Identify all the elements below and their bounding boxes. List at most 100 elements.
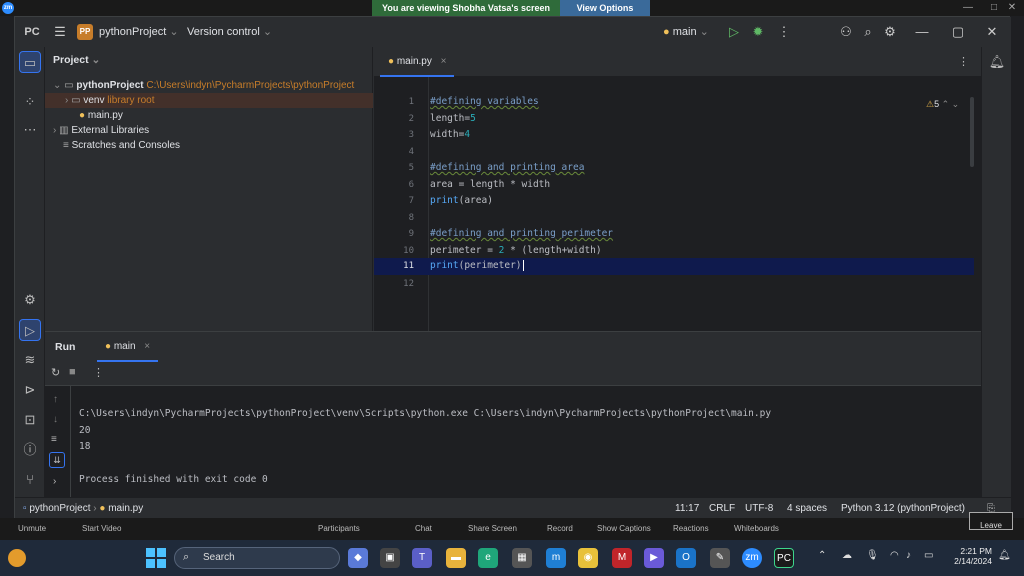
run-more-icon[interactable]: ⋮ [93, 366, 104, 379]
mcafee-app-icon[interactable]: m [546, 548, 566, 568]
tree-root[interactable]: ⌄ ▭ pythonProject C:\Users\indyn\Pycharm… [53, 78, 371, 93]
reactions-button[interactable]: Reactions [673, 524, 709, 533]
battery-icon[interactable]: ▭ [924, 550, 933, 561]
mcafee-icon[interactable]: M [612, 548, 632, 568]
zoom-minimize-icon[interactable]: — [956, 0, 980, 16]
run-tool-icon[interactable]: ▷ [19, 319, 41, 341]
python-interpreter[interactable]: Python 3.12 (pythonProject) [841, 498, 965, 520]
warnings-indicator[interactable]: ⚠5 ⌃ ⌄ [926, 99, 959, 110]
add-user-icon[interactable]: ⚇ [835, 17, 857, 47]
zoom-close-icon[interactable]: ✕ [1000, 0, 1024, 16]
minimize-icon[interactable]: — [911, 17, 933, 47]
project-switcher[interactable]: pythonProject ⌄ [99, 17, 179, 47]
down-arrow-icon[interactable]: ↓ [53, 414, 58, 425]
terminal-icon[interactable]: ⊡ [19, 409, 41, 431]
line-separator[interactable]: CRLF [709, 498, 735, 520]
taskbar-search[interactable]: ⌕ Search [174, 547, 340, 569]
chat-button[interactable]: Chat [415, 524, 432, 533]
breadcrumb[interactable]: ▫ pythonProject › ● main.py [23, 498, 143, 520]
maximize-icon[interactable]: ▢ [947, 17, 969, 47]
main-menu-icon[interactable]: ☰ [49, 17, 71, 47]
file-encoding[interactable]: UTF-8 [745, 498, 773, 520]
pycharm-app-icon[interactable]: PC [774, 548, 794, 568]
more-tools-icon[interactable]: ⋯ [19, 119, 41, 141]
show-captions-button[interactable]: Show Captions [597, 524, 651, 533]
run-icon[interactable]: ▷ [723, 17, 745, 47]
run-tab-main[interactable]: ● main × [97, 332, 159, 362]
start-windows-icon[interactable] [146, 548, 166, 568]
code-line-3[interactable]: width=4 [430, 127, 470, 144]
git-icon[interactable]: ⑂ [19, 469, 41, 491]
expand-icon[interactable]: › [53, 476, 56, 487]
start-video-button[interactable]: Start Video [82, 524, 121, 533]
tree-item-main-py[interactable]: ● main.py [79, 108, 123, 123]
show-hidden-icons[interactable]: ⌃ [818, 550, 826, 561]
stop-icon[interactable]: ■ [69, 366, 76, 378]
scroll-to-end-icon[interactable]: ⇊ [49, 452, 65, 468]
project-folder-icon[interactable]: ▭ [19, 51, 41, 73]
code-line-6[interactable]: area = length * width [430, 177, 550, 194]
whiteboards-button[interactable]: Whiteboards [734, 524, 779, 533]
python-packages-icon[interactable]: ⚙ [19, 289, 41, 311]
close-icon[interactable]: ✕ [981, 17, 1003, 47]
onedrive-icon[interactable]: ☁ [842, 550, 852, 561]
leave-button[interactable]: Leave [969, 512, 1013, 530]
close-tab-icon[interactable]: × [441, 56, 447, 67]
clock[interactable]: 2:21 PM 2/14/2024 [950, 546, 992, 566]
notifications-bell-icon[interactable]: 🔔︎ [986, 51, 1008, 73]
caret-position[interactable]: 11:17 [675, 498, 699, 520]
view-options-button[interactable]: View Options [560, 0, 650, 16]
share-screen-button[interactable]: Share Screen [468, 524, 517, 533]
tree-item-venv[interactable]: › ▭ venv library root [45, 93, 373, 108]
indent-setting[interactable]: 4 spaces [787, 498, 827, 520]
layers-icon[interactable]: ≋ [19, 349, 41, 371]
editor-scrollbar[interactable] [970, 97, 974, 167]
folder-icon: ▭ [64, 80, 74, 91]
code-line-11[interactable]: print(perimeter) [430, 258, 524, 275]
settings-gear-icon[interactable]: ⚙ [879, 17, 901, 47]
record-button[interactable]: Record [547, 524, 573, 533]
chrome-icon[interactable]: ◉ [578, 548, 598, 568]
volume-icon[interactable]: ♪ [906, 550, 911, 561]
teams-icon[interactable]: T [412, 548, 432, 568]
structure-icon[interactable]: ⁘ [19, 91, 41, 113]
code-line-7[interactable]: print(area) [430, 193, 493, 210]
participants-button[interactable]: Participants [318, 524, 360, 533]
file-explorer-icon[interactable]: ▬ [446, 548, 466, 568]
code-line-1[interactable]: #defining variables [430, 94, 539, 111]
problems-icon[interactable]: ⓘ [19, 439, 41, 461]
wifi-icon[interactable]: ◠ [890, 550, 899, 561]
debug-icon[interactable]: ✹ [747, 17, 769, 47]
more-actions-icon[interactable]: ⋮ [773, 17, 795, 47]
run-config-selector[interactable]: ● main ⌄ [663, 17, 709, 47]
code-line-2[interactable]: length=5 [430, 111, 476, 128]
tab-main-py[interactable]: ● main.py × [380, 47, 455, 77]
editor-more-icon[interactable]: ⋮ [958, 55, 969, 68]
notepad-icon[interactable]: ✎ [710, 548, 730, 568]
copilot-icon[interactable]: ◆ [348, 548, 368, 568]
zoom-app-icon[interactable]: zm [742, 548, 762, 568]
up-arrow-icon[interactable]: ↑ [53, 394, 58, 405]
media-icon[interactable]: ▶ [644, 548, 664, 568]
code-line-5[interactable]: #defining and printing area [430, 160, 584, 177]
search-icon[interactable]: ⌕ [857, 17, 879, 47]
soft-wrap-icon[interactable]: ≡ [51, 434, 57, 445]
tree-item-external-libraries[interactable]: › ▥ External Libraries [53, 123, 149, 138]
unmute-button[interactable]: Unmute [18, 524, 46, 533]
tree-item-scratches[interactable]: ≡ Scratches and Consoles [63, 138, 180, 153]
rerun-icon[interactable]: ↻ [51, 366, 60, 379]
edge-icon[interactable]: e [478, 548, 498, 568]
code-line-9[interactable]: #defining and printing perimeter [430, 226, 613, 243]
version-control-menu[interactable]: Version control ⌄ [187, 17, 272, 47]
close-tab-icon[interactable]: × [144, 341, 150, 352]
task-view-icon[interactable]: ▣ [380, 548, 400, 568]
outlook-icon[interactable]: O [676, 548, 696, 568]
weather-icon[interactable] [8, 549, 26, 567]
code-line-10[interactable]: perimeter = 2 * (length+width) [430, 243, 602, 260]
store-icon[interactable]: ▦ [512, 548, 532, 568]
microphone-icon[interactable]: 🎙︎ [866, 550, 879, 561]
services-icon[interactable]: ⊳ [19, 379, 41, 401]
notifications-icon[interactable]: 🔔︎ [998, 550, 1011, 561]
scratches-icon: ≡ [63, 140, 69, 151]
project-panel-header[interactable]: Project ⌄ [53, 54, 100, 66]
